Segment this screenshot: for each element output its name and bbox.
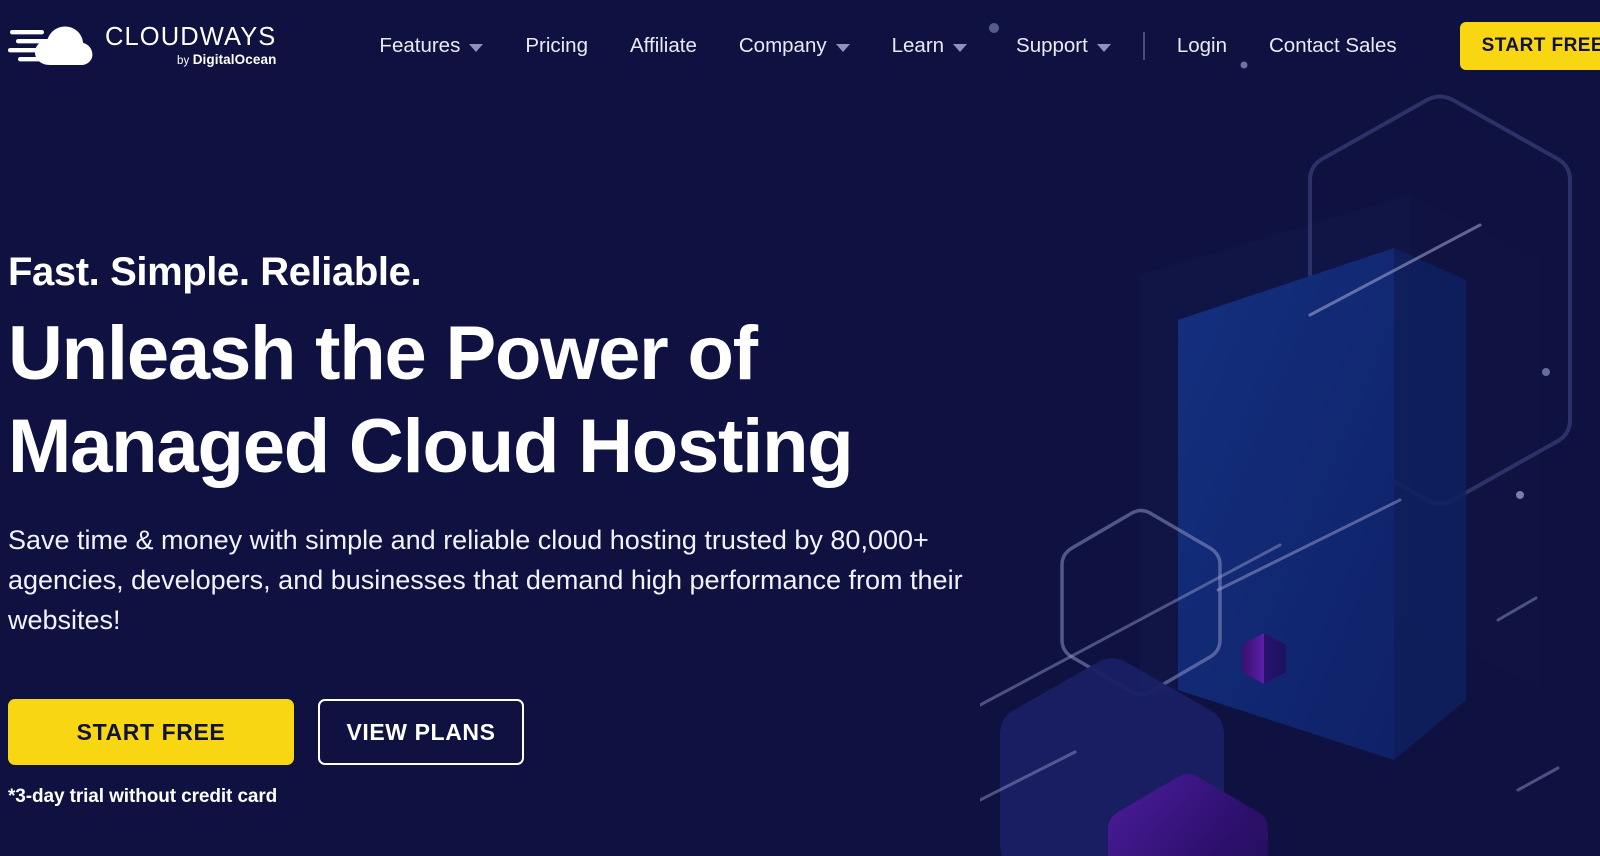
brand-by-prefix: by	[177, 55, 193, 67]
nav-divider	[1142, 32, 1145, 60]
chevron-down-icon	[835, 43, 850, 52]
nav-item-features[interactable]: Features	[358, 24, 504, 68]
hero-eyebrow: Fast. Simple. Reliable.	[8, 250, 422, 294]
brand-parent: DigitalOcean	[192, 52, 277, 67]
header-start-free-button[interactable]: START FREE	[1459, 22, 1600, 70]
hero-headline: Unleash the Power of Managed Cloud Hosti…	[8, 311, 854, 489]
nav-item-learn[interactable]: Learn	[871, 24, 988, 68]
chevron-down-icon	[1096, 43, 1111, 52]
hero-start-free-button[interactable]: START FREE	[8, 699, 294, 766]
hero-view-plans-button[interactable]: VIEW PLANS	[318, 699, 524, 766]
brand-wordmark: CLOUDWAYS by DigitalOcean	[105, 22, 277, 68]
nav-item-support[interactable]: Support	[995, 24, 1132, 68]
landing-page: CLOUDWAYS by DigitalOcean Features Prici…	[0, 0, 1600, 856]
chevron-down-icon	[953, 43, 968, 52]
brand-byline: by DigitalOcean	[177, 53, 276, 68]
primary-navigation: Features Pricing Affiliate Company Learn	[358, 24, 988, 68]
nav-label: Company	[738, 34, 827, 57]
nav-item-pricing[interactable]: Pricing	[504, 24, 609, 68]
nav-item-login[interactable]: Login	[1156, 24, 1248, 68]
chevron-down-icon	[469, 43, 484, 52]
nav-label: Support	[1016, 34, 1088, 57]
hero-section: Fast. Simple. Reliable. Unleash the Powe…	[0, 92, 1100, 808]
cloud-speed-icon	[8, 26, 93, 65]
site-header: CLOUDWAYS by DigitalOcean Features Prici…	[0, 0, 1600, 92]
nav-item-contact-sales[interactable]: Contact Sales	[1248, 24, 1418, 68]
secondary-navigation: Support Login Contact Sales START FREE	[995, 22, 1600, 70]
nav-item-affiliate[interactable]: Affiliate	[609, 24, 718, 68]
nav-label: Contact Sales	[1269, 34, 1397, 57]
nav-label: Login	[1176, 34, 1227, 57]
nav-label: Features	[379, 34, 461, 57]
hero-trial-footnote: *3-day trial without credit card	[8, 786, 278, 808]
nav-item-company[interactable]: Company	[718, 24, 871, 68]
nav-label: Learn	[891, 34, 945, 57]
brand-name: CLOUDWAYS	[105, 22, 277, 51]
hero-subheadline: Save time & money with simple and reliab…	[8, 525, 963, 636]
nav-label: Affiliate	[630, 34, 697, 57]
nav-label: Pricing	[525, 34, 588, 57]
brand-logo[interactable]: CLOUDWAYS by DigitalOcean	[8, 20, 276, 72]
hero-cta-row: START FREE VIEW PLANS	[8, 699, 1100, 766]
